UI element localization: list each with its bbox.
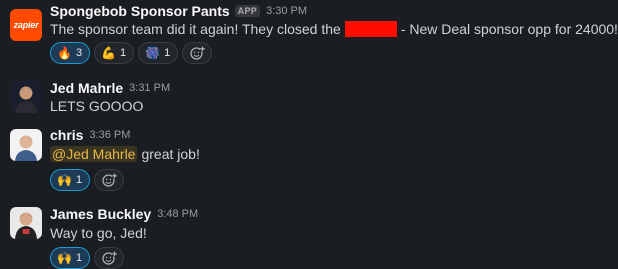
timestamp[interactable]: 3:48 PM: [157, 208, 198, 220]
sender-name[interactable]: James Buckley: [50, 206, 151, 222]
message-header: chris 3:36 PM: [50, 126, 130, 144]
reaction-fireworks[interactable]: 🎆 1: [138, 42, 179, 64]
sender-name[interactable]: Jed Mahrle: [50, 80, 123, 96]
james-avatar-image: [10, 207, 42, 239]
add-reaction-button[interactable]: [94, 247, 125, 269]
reaction-bar: 🙌 1: [50, 247, 125, 269]
add-reaction-button[interactable]: [94, 169, 125, 191]
chris-avatar[interactable]: [10, 129, 42, 161]
add-reaction-icon: [102, 173, 118, 187]
timestamp[interactable]: 3:30 PM: [266, 5, 307, 17]
raised-hands-icon: 🙌: [57, 173, 72, 187]
reaction-count: 3: [75, 47, 83, 59]
reaction-bar: 🔥 3 💪 1 🎆 1: [50, 42, 213, 64]
message-header: James Buckley 3:48 PM: [50, 205, 198, 223]
reaction-fire[interactable]: 🔥 3: [50, 42, 91, 64]
add-reaction-icon: [102, 251, 118, 265]
message-text: The sponsor team did it again! They clos…: [50, 21, 618, 37]
reaction-raised-hands[interactable]: 🙌 1: [50, 247, 91, 269]
message-header: Spongebob Sponsor Pants APP 3:30 PM: [50, 2, 307, 20]
redacted-block: [344, 21, 397, 37]
reaction-count: 1: [75, 174, 83, 186]
add-reaction-icon: [190, 46, 206, 60]
reaction-count: 1: [120, 47, 127, 59]
reaction-count: 1: [75, 252, 83, 264]
zapier-avatar[interactable]: zapier: [10, 9, 42, 41]
fireworks-icon: 🎆: [145, 46, 161, 60]
message-text: LETS GOOOO: [50, 98, 144, 114]
message-header: Jed Mahrle 3:31 PM: [50, 79, 170, 97]
reaction-raised-hands[interactable]: 🙌 1: [50, 169, 91, 191]
timestamp[interactable]: 3:36 PM: [89, 129, 130, 141]
jed-avatar[interactable]: [10, 81, 42, 113]
fire-icon: 🔥: [57, 46, 72, 60]
reaction-bar: 🙌 1: [50, 169, 125, 191]
flexed-biceps-icon: 💪: [101, 46, 117, 60]
reaction-count: 1: [164, 47, 171, 59]
message-text: Way to go, Jed!: [50, 225, 147, 241]
message-text: @Jed Mahrle great job!: [50, 146, 200, 162]
timestamp[interactable]: 3:31 PM: [129, 82, 170, 94]
add-reaction-button[interactable]: [182, 42, 213, 64]
reaction-flexed-biceps[interactable]: 💪 1: [94, 42, 135, 64]
raised-hands-icon: 🙌: [57, 251, 72, 265]
message-text-after: - New Deal sponsor opp for 24000!: [400, 21, 618, 37]
sender-name[interactable]: chris: [50, 127, 83, 143]
chris-avatar-image: [10, 129, 42, 161]
user-mention[interactable]: @Jed Mahrle: [50, 146, 138, 162]
message-text-body: great job!: [141, 146, 200, 162]
james-avatar[interactable]: [10, 207, 42, 239]
app-badge: APP: [234, 5, 261, 17]
zapier-logo-text: zapier: [13, 20, 39, 30]
message-text-before: The sponsor team did it again! They clos…: [50, 21, 341, 37]
sender-name[interactable]: Spongebob Sponsor Pants: [50, 3, 230, 19]
jed-avatar-image: [10, 81, 42, 113]
